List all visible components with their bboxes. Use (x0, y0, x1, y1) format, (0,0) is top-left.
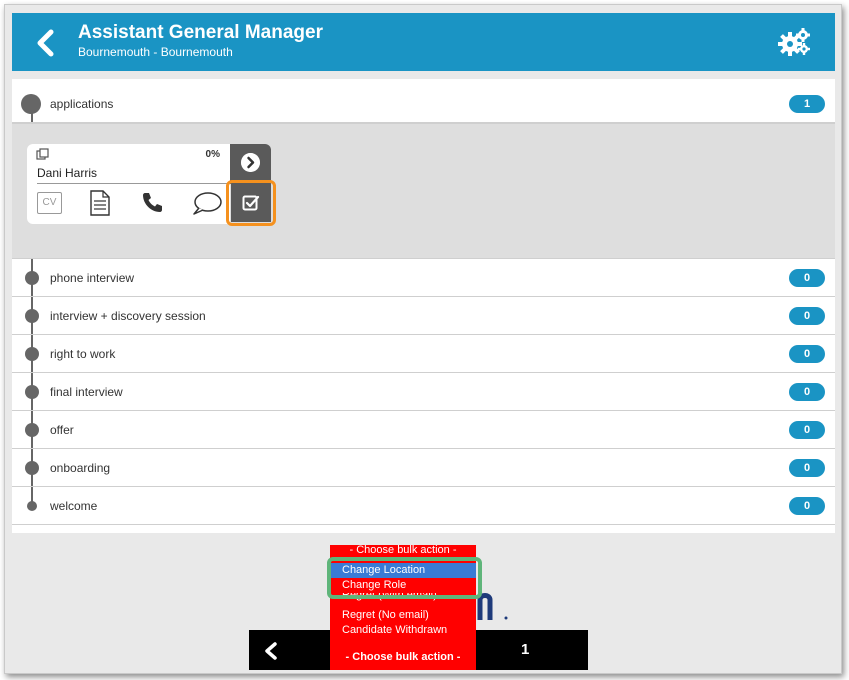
stage-count-badge: 1 (789, 95, 825, 113)
stage-row-interview-discovery[interactable]: interview + discovery session 0 (12, 297, 835, 335)
stage-count-badge: 0 (789, 345, 825, 363)
candidate-name[interactable]: Dani Harris (37, 166, 97, 180)
stage-row-phone-interview[interactable]: phone interview 0 (12, 259, 835, 297)
stage-row-final-interview[interactable]: final interview 0 (12, 373, 835, 411)
cv-icon[interactable]: CV (37, 192, 62, 214)
stage-label: interview + discovery session (50, 309, 206, 323)
stage-count-badge: 0 (789, 269, 825, 287)
chevron-left-icon[interactable] (34, 29, 58, 57)
stage-label: welcome (50, 499, 98, 513)
page-subtitle: Bournemouth - Bournemouth (78, 45, 233, 59)
next-button[interactable] (230, 144, 271, 184)
card-divider (37, 183, 227, 184)
stage-label: final interview (50, 385, 123, 399)
candidate-area: 0% Dani Harris CV (12, 123, 835, 259)
bulk-action-option-regret-no-email[interactable]: Regret (No email) (330, 608, 476, 623)
stage-count-badge: 0 (789, 459, 825, 477)
pipeline-panel: applications 1 0% Dani Harris CV phone i… (12, 79, 835, 533)
stage-dot (25, 271, 39, 285)
stage-dot (25, 309, 39, 323)
stage-count-badge: 0 (789, 307, 825, 325)
page-header: Assistant General Manager Bournemouth - … (12, 13, 835, 71)
stage-dot (25, 461, 39, 475)
chat-icon[interactable] (191, 190, 223, 216)
stage-row-offer[interactable]: offer 0 (12, 411, 835, 449)
candidate-card[interactable]: 0% Dani Harris CV (27, 144, 230, 224)
copy-icon[interactable] (36, 148, 50, 160)
stage-row-welcome[interactable]: welcome 0 (12, 487, 835, 525)
stage-count-badge: 0 (789, 421, 825, 439)
stage-row-onboarding[interactable]: onboarding 0 (12, 449, 835, 487)
arrow-right-circle-icon (241, 153, 260, 172)
stage-count-badge: 0 (789, 383, 825, 401)
stage-row-right-to-work[interactable]: right to work 0 (12, 335, 835, 373)
stage-dot (27, 501, 37, 511)
stage-label: phone interview (50, 271, 135, 285)
chevron-left-icon[interactable] (263, 642, 279, 660)
select-highlight-outline (226, 180, 276, 226)
bulk-action-option-candidate-withdrawn[interactable]: Candidate Withdrawn (330, 623, 476, 638)
page-number: 1 (521, 641, 530, 658)
stage-label: offer (50, 423, 74, 437)
document-icon[interactable] (89, 190, 111, 216)
stage-label: right to work (50, 347, 116, 361)
candidate-progress: 0% (205, 149, 220, 160)
gears-icon[interactable] (777, 27, 811, 57)
stage-label: onboarding (50, 461, 111, 475)
dropdown-highlight-outline (327, 557, 482, 599)
bulk-action-select-current[interactable]: - Choose bulk action - (330, 645, 476, 670)
stage-label: applications (50, 97, 114, 111)
stage-count-badge: 0 (789, 497, 825, 515)
stage-dot (21, 94, 41, 114)
stage-row-applications[interactable]: applications 1 (12, 85, 835, 123)
stage-dot (25, 385, 39, 399)
stage-dot (25, 347, 39, 361)
stage-dot (25, 423, 39, 437)
page-title: Assistant General Manager (78, 22, 323, 43)
phone-icon[interactable] (141, 191, 163, 213)
